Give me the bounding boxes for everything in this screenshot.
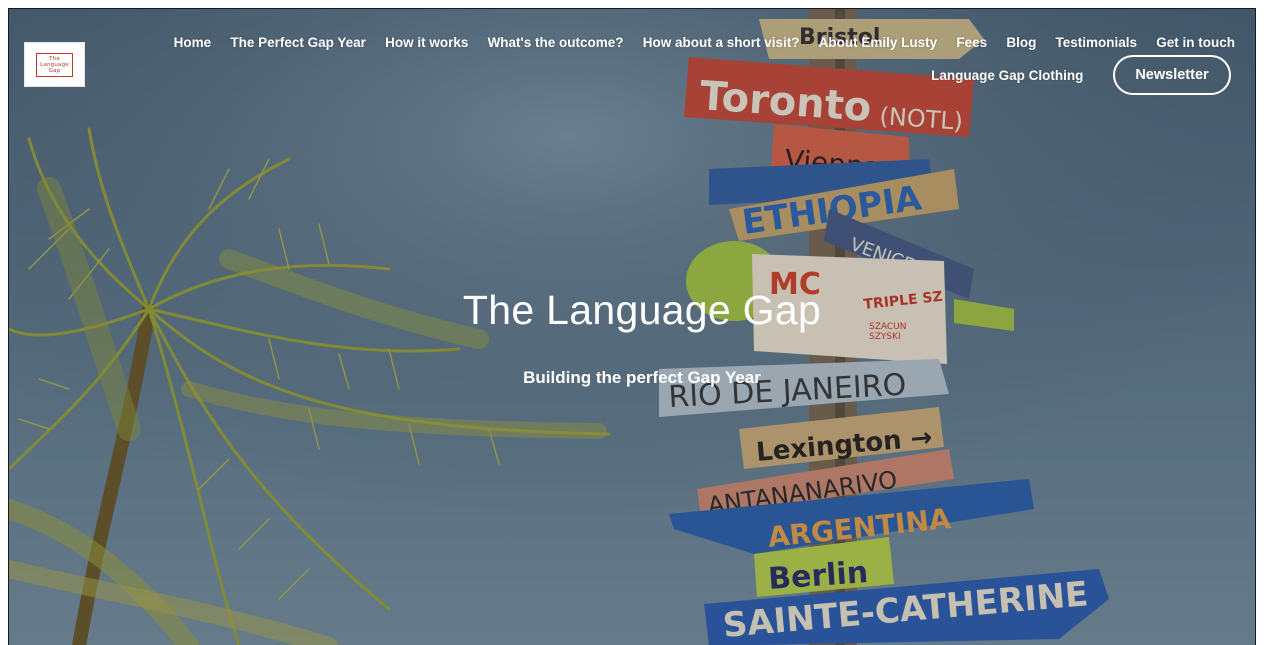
- logo-frame: The Language Gap: [36, 52, 73, 77]
- nav-item-home[interactable]: Home: [164, 35, 221, 50]
- hero-title: The Language Gap: [462, 287, 822, 333]
- hero-subtitle: Building the perfect Gap Year: [523, 368, 761, 387]
- nav-item-outcome[interactable]: What's the outcome?: [478, 35, 633, 50]
- nav-item-fees[interactable]: Fees: [947, 35, 997, 50]
- nav-item-short-visit[interactable]: How about a short visit?: [633, 35, 809, 50]
- main-nav: Home The Perfect Gap Year How it works W…: [164, 35, 1235, 50]
- nav-item-perfect-gap-year[interactable]: The Perfect Gap Year: [221, 35, 376, 50]
- logo-line-3: Gap: [48, 67, 61, 74]
- nav-item-get-in-touch[interactable]: Get in touch: [1147, 35, 1235, 50]
- site-logo[interactable]: The Language Gap: [24, 42, 85, 87]
- newsletter-button[interactable]: Newsletter: [1113, 55, 1231, 95]
- nav-item-clothing[interactable]: Language Gap Clothing: [922, 68, 1093, 83]
- nav-item-testimonials[interactable]: Testimonials: [1046, 35, 1147, 50]
- nav-item-about[interactable]: About Emily Lusty: [809, 35, 947, 50]
- secondary-nav: Language Gap Clothing Newsletter: [922, 55, 1231, 95]
- page-frame: Bristol Toronto (NOTL) Vienna ETHIOPIA V…: [0, 0, 1264, 645]
- nav-item-how-it-works[interactable]: How it works: [376, 35, 478, 50]
- nav-item-blog[interactable]: Blog: [997, 35, 1046, 50]
- hero-banner: Bristol Toronto (NOTL) Vienna ETHIOPIA V…: [8, 8, 1256, 645]
